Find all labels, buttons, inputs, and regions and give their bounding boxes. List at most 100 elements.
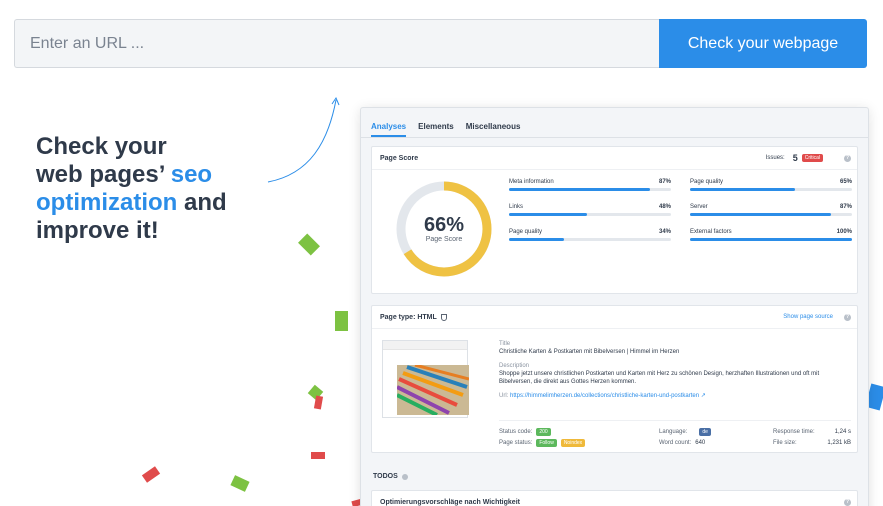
- metric-label: Meta information: [509, 179, 554, 185]
- help-icon[interactable]: [401, 473, 408, 480]
- confetti-piece: [141, 466, 161, 483]
- headline-line2a: web pages’: [36, 161, 171, 188]
- metric-links: Links 48%: [509, 204, 671, 216]
- page-score-header: Page Score Issues: 5 Critical ?: [372, 147, 857, 170]
- colored-pencils-image: [397, 365, 469, 415]
- metric-label: Links: [509, 204, 524, 210]
- preview-tabs: Analyses Elements Miscellaneous: [361, 108, 868, 138]
- confetti-piece: [311, 452, 325, 459]
- title-value: Christliche Karten & Postkarten mit Bibe…: [499, 349, 680, 355]
- response-time-value: 1,24 s: [834, 428, 851, 435]
- metric-bar-fill: [690, 213, 831, 216]
- page-status-label: Page status:: [499, 439, 533, 446]
- description-label: Description: [499, 363, 530, 369]
- metric-bar: [509, 238, 671, 241]
- metric-meta-information: Meta information 87%: [509, 179, 671, 191]
- headline-line4: improve it!: [36, 217, 159, 244]
- help-icon[interactable]: ?: [844, 314, 851, 321]
- response-time-label: Response time:: [773, 428, 815, 435]
- metric-page-quality: Page quality 65%: [690, 179, 852, 191]
- analysis-preview: Analyses Elements Miscellaneous Page Sco…: [360, 107, 869, 506]
- html5-icon: [440, 313, 447, 321]
- metric-label: External factors: [690, 229, 732, 235]
- url-input[interactable]: [14, 19, 659, 68]
- todos-label: TODOS: [373, 473, 398, 480]
- optimization-title: Optimierungsvorschläge nach Wichtigkeit: [380, 498, 520, 506]
- metric-page-quality-2: Page quality 34%: [509, 229, 671, 241]
- file-size-label: File size:: [773, 439, 797, 446]
- noindex-badge: Noindex: [560, 438, 586, 447]
- language-badge: de: [699, 427, 711, 436]
- page-type-title: Page type: HTML: [380, 313, 437, 321]
- score-caption: Page Score: [425, 236, 463, 243]
- page-info: Title Christliche Karten & Postkarten mi…: [499, 340, 849, 400]
- tab-analyses[interactable]: Analyses: [371, 122, 407, 137]
- stats-row: Status code: 200 Language: de Response tim…: [499, 426, 851, 437]
- status-code-label: Status code:: [499, 428, 533, 435]
- optimization-header: Optimierungsvorschläge nach Wichtigkeit …: [372, 491, 857, 506]
- todos-heading: TODOS: [373, 473, 408, 480]
- issues-summary: Issues: 5 Critical: [766, 153, 823, 163]
- page-score-title: Page Score: [380, 154, 419, 162]
- score-label: 66% Page Score: [394, 215, 494, 243]
- word-count-label: Word count:: [659, 439, 692, 446]
- url-search-bar: Check your webpage: [14, 19, 867, 68]
- metric-bar: [690, 188, 852, 191]
- language-label: Language:: [659, 428, 688, 435]
- metric-bar: [690, 238, 852, 241]
- metric-bar-fill: [509, 188, 650, 191]
- status-code-badge: 200: [536, 427, 551, 436]
- tab-miscellaneous[interactable]: Miscellaneous: [466, 122, 521, 137]
- metric-percent: 100%: [836, 229, 852, 235]
- hero-headline: Check your web pages’ seo optimization a…: [36, 133, 276, 245]
- file-size-value: 1,231 kB: [827, 439, 851, 446]
- confetti-piece: [313, 395, 324, 410]
- metric-percent: 65%: [839, 179, 852, 185]
- issues-label: Issues:: [765, 155, 785, 161]
- word-count-value: 640: [695, 439, 706, 446]
- check-webpage-button[interactable]: Check your webpage: [659, 19, 867, 68]
- help-icon[interactable]: ?: [844, 155, 851, 162]
- confetti-piece: [230, 475, 250, 492]
- page-thumbnail: [382, 340, 469, 418]
- metric-label: Server: [690, 204, 708, 210]
- follow-badge: Follow: [536, 438, 557, 447]
- metric-bar-fill: [690, 188, 796, 191]
- metric-server: Server 87%: [690, 204, 852, 216]
- page-stats: Status code: 200 Language: de Response tim…: [499, 420, 851, 448]
- external-link-icon[interactable]: ↗: [701, 393, 706, 399]
- stats-row: Page status: Follow Noindex Word count: 640…: [499, 437, 851, 448]
- show-page-source-link[interactable]: Show page source: [783, 314, 833, 320]
- headline-optimization: optimization: [36, 189, 178, 216]
- url-label: Url:: [499, 393, 509, 399]
- metric-bar: [509, 213, 671, 216]
- url-link[interactable]: https://himmelimherzen.de/collections/ch…: [510, 393, 699, 399]
- issues-count: 5: [792, 153, 798, 163]
- critical-badge: Critical: [801, 154, 823, 162]
- confetti-piece: [298, 233, 320, 256]
- metric-bar: [509, 188, 671, 191]
- thumbnail-nav: [383, 341, 467, 350]
- page-type-header: Page type: HTML Show page source ?: [372, 306, 857, 329]
- title-label: Title: [499, 341, 511, 347]
- page-score-card: Page Score Issues: 5 Critical ? 66% Page…: [371, 146, 858, 294]
- tab-elements[interactable]: Elements: [418, 122, 454, 137]
- optimization-card: Optimierungsvorschläge nach Wichtigkeit …: [371, 490, 858, 506]
- description-value: Shoppe jetzt unsere christlichen Postkar…: [499, 371, 820, 385]
- page-type-card: Page type: HTML Show page source ? Title…: [371, 305, 858, 453]
- help-icon[interactable]: ?: [844, 499, 851, 506]
- headline-line1: Check your: [36, 133, 167, 160]
- metric-bar: [690, 213, 852, 216]
- metric-percent: 87%: [839, 204, 852, 210]
- metric-label: Page quality: [509, 229, 543, 235]
- score-percent: 66%: [423, 214, 465, 236]
- confetti-piece: [335, 311, 348, 331]
- metric-bar-fill: [509, 238, 565, 241]
- headline-seo: seo: [170, 161, 213, 188]
- metric-percent: 34%: [658, 229, 671, 235]
- metric-percent: 87%: [658, 179, 671, 185]
- metric-bar-fill: [509, 213, 587, 216]
- metric-external-factors: External factors 100%: [690, 229, 852, 241]
- metric-label: Page quality: [690, 179, 724, 185]
- headline-and: and: [177, 189, 227, 216]
